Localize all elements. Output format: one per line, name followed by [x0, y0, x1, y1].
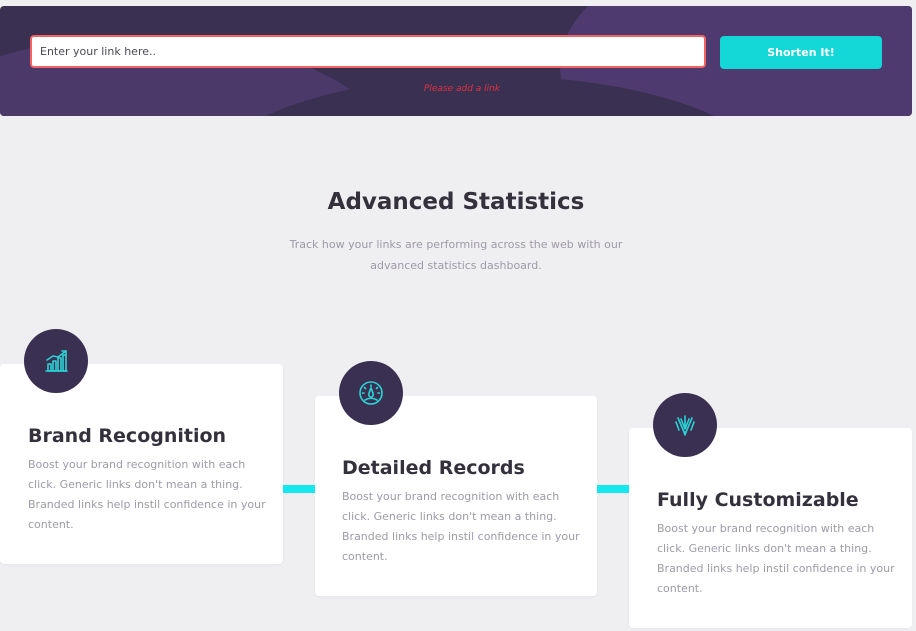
- feature-text: Boost your brand recognition with each c…: [657, 522, 895, 595]
- feature-card-detailed-records: Detailed Records Boost your brand recogn…: [315, 396, 597, 596]
- link-input[interactable]: [30, 35, 706, 68]
- feature-title: Detailed Records: [342, 457, 525, 479]
- feature-icon-circle: [339, 361, 403, 425]
- feature-card-brand-recognition: Brand Recognition Boost your brand recog…: [0, 364, 283, 564]
- feature-card-fully-customizable: Fully Customizable Boost your brand reco…: [629, 428, 912, 628]
- feature-text: Boost your brand recognition with each c…: [342, 490, 580, 563]
- feature-title: Fully Customizable: [657, 489, 859, 511]
- bar-chart-icon: [45, 350, 68, 372]
- shorten-button[interactable]: Shorten It!: [720, 36, 882, 69]
- card-connector: [597, 485, 629, 493]
- feature-title: Brand Recognition: [28, 425, 227, 447]
- shortener-hero: Shorten It! Please add a link: [0, 6, 912, 116]
- brush-icon: [675, 415, 695, 436]
- section-description: Track how your links are performing acro…: [289, 238, 623, 272]
- feature-icon-circle: [24, 329, 88, 393]
- section-title: Advanced Statistics: [327, 189, 585, 215]
- speedometer-icon: [359, 381, 383, 405]
- link-error-message: Please add a link: [423, 84, 501, 94]
- feature-text: Boost your brand recognition with each c…: [28, 458, 266, 531]
- card-connector: [283, 485, 315, 493]
- feature-icon-circle: [653, 393, 717, 457]
